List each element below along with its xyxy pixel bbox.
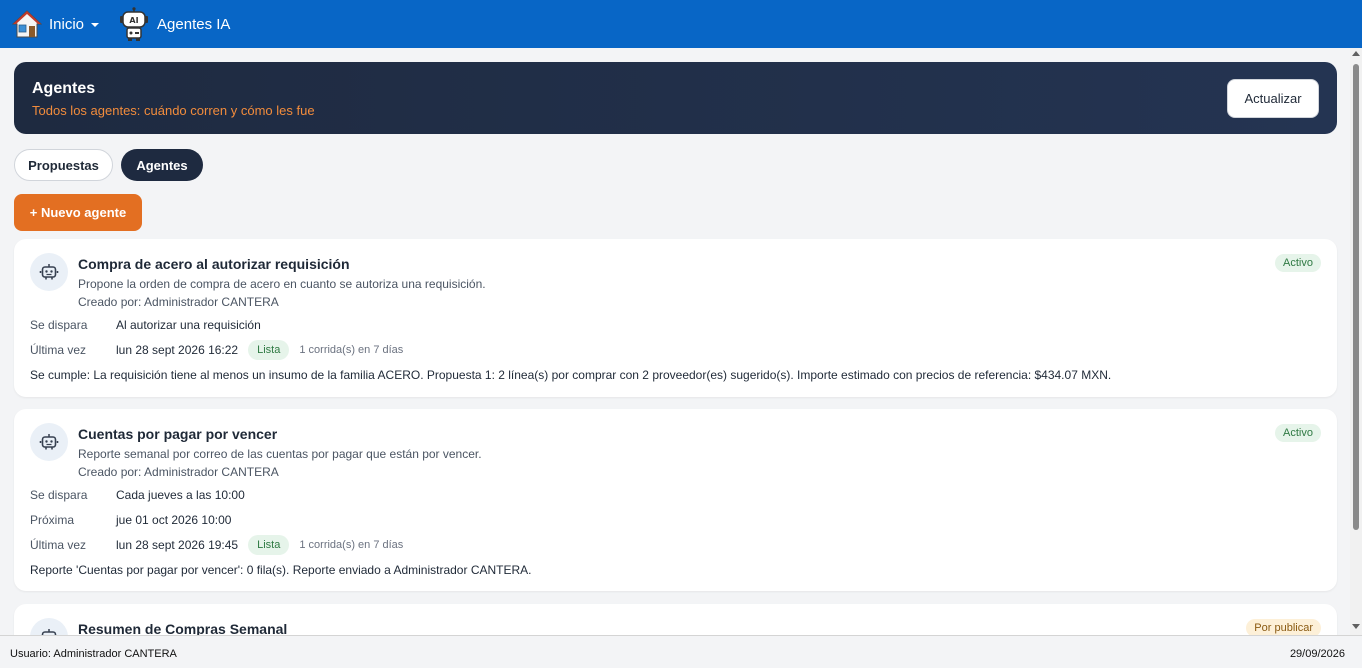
page-title: Agentes [32, 80, 96, 97]
agents-ia-label: Agentes IA [157, 15, 231, 33]
next-run-label: Próxima [30, 513, 75, 527]
trigger-value: Al autorizar una requisición [116, 318, 261, 332]
next-run-value: jue 01 oct 2026 10:00 [116, 513, 232, 527]
status-user: Usuario: Administrador CANTERA [10, 648, 177, 660]
agent-creator: Creado por: Administrador CANTERA [78, 295, 279, 309]
trigger-row: Se dispara Al autorizar una requisición [30, 318, 261, 332]
home-menu[interactable]: Inicio [12, 9, 100, 39]
home-label: Inicio [49, 15, 85, 33]
page-subtitle: Todos los agentes: cuándo corren y cómo … [32, 103, 315, 118]
status-badge: Activo [1275, 254, 1321, 272]
agent-avatar [30, 423, 68, 461]
agent-card[interactable]: Cuentas por pagar por vencer Reporte sem… [14, 409, 1337, 591]
run-status-pill: Lista [248, 340, 290, 360]
agent-avatar [30, 618, 68, 635]
scroll-down-arrow-icon[interactable] [1352, 624, 1360, 629]
run-status-pill: Lista [248, 535, 290, 555]
last-run-label: Última vez [30, 343, 87, 357]
status-badge: Por publicar [1246, 619, 1321, 635]
agent-name: Compra de acero al autorizar requisición [78, 256, 350, 272]
robot-ai-icon: AI [120, 7, 149, 41]
vertical-scrollbar[interactable] [1350, 48, 1362, 635]
scrollbar-thumb[interactable] [1353, 64, 1359, 530]
tab-proposals[interactable]: Propuestas [14, 149, 113, 181]
run-count: 1 corrida(s) en 7 días [299, 539, 404, 551]
agent-description: Propone la orden de compra de acero en c… [78, 277, 486, 291]
chevron-down-icon [91, 22, 100, 27]
page-header: Agentes Todos los agentes: cuándo corren… [14, 62, 1337, 134]
agent-creator: Creado por: Administrador CANTERA [78, 465, 279, 479]
agents-ia-link[interactable]: AI Agentes IA [119, 7, 230, 41]
last-run-row: Última vez lun 28 sept 2026 19:45 Lista … [30, 535, 403, 555]
run-count: 1 corrida(s) en 7 días [299, 344, 404, 356]
refresh-button[interactable]: Actualizar [1227, 79, 1319, 118]
scroll-up-arrow-icon[interactable] [1352, 51, 1360, 56]
status-badge: Activo [1275, 424, 1321, 442]
next-run-row: Próxima jue 01 oct 2026 10:00 [30, 513, 231, 527]
tab-agents[interactable]: Agentes [121, 149, 203, 181]
agent-avatar [30, 253, 68, 291]
last-run-label: Última vez [30, 538, 87, 552]
last-run-value: lun 28 sept 2026 19:45 [116, 538, 239, 552]
agent-description: Reporte semanal por correo de las cuenta… [78, 447, 482, 461]
trigger-label: Se dispara [30, 318, 88, 332]
home-icon [12, 10, 42, 38]
main-content: Agentes Todos los agentes: cuándo corren… [0, 48, 1350, 635]
top-navbar: Inicio AI Agentes IA [0, 0, 1362, 48]
svg-text:AI: AI [129, 16, 138, 25]
agent-card[interactable]: Resumen de Compras Semanal Por publicar [14, 604, 1337, 635]
trigger-label: Se dispara [30, 488, 88, 502]
status-date: 29/09/2026 [1289, 648, 1345, 660]
trigger-value: Cada jueves a las 10:00 [116, 488, 245, 502]
status-bar: Usuario: Administrador CANTERA 29/09/202… [0, 635, 1362, 668]
robot-icon [39, 264, 59, 280]
robot-icon [39, 434, 59, 450]
tab-bar: Propuestas Agentes [14, 149, 203, 181]
last-run-row: Última vez lun 28 sept 2026 16:22 Lista … [30, 340, 403, 360]
agent-result: Se cumple: La requisición tiene al menos… [30, 368, 1112, 382]
agent-name: Cuentas por pagar por vencer [78, 426, 278, 442]
robot-icon [41, 629, 57, 635]
agent-card[interactable]: Compra de acero al autorizar requisición… [14, 239, 1337, 397]
agent-name: Resumen de Compras Semanal [78, 621, 288, 635]
last-run-value: lun 28 sept 2026 16:22 [116, 343, 239, 357]
trigger-row: Se dispara Cada jueves a las 10:00 [30, 488, 245, 502]
new-agent-button[interactable]: + Nuevo agente [14, 194, 142, 231]
agent-result: Reporte 'Cuentas por pagar por vencer': … [30, 563, 532, 577]
